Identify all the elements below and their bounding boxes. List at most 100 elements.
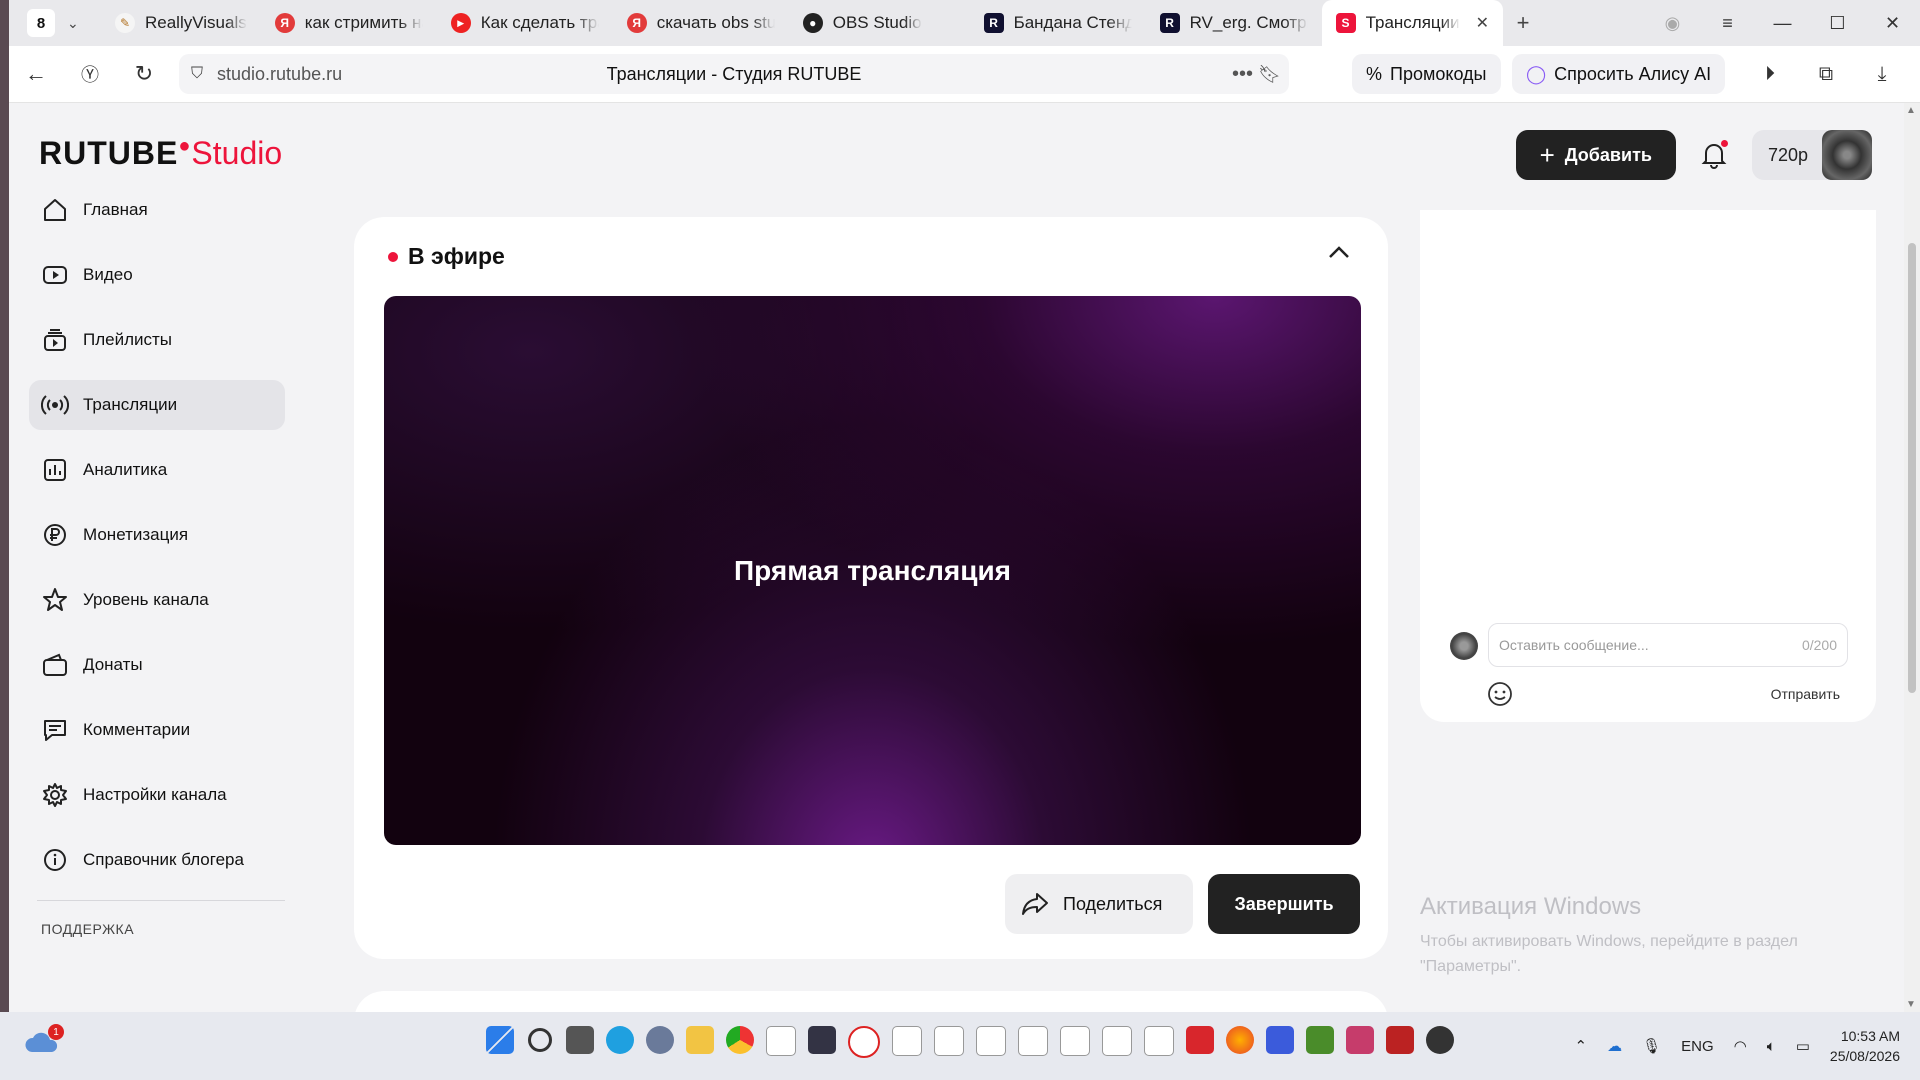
tab-broadcasts[interactable]: S Трансляции ✕	[1321, 0, 1504, 46]
file-explorer-icon[interactable]	[686, 1026, 714, 1054]
broadcast-icon	[41, 391, 69, 419]
back-button[interactable]: ←	[9, 61, 63, 87]
search-icon[interactable]	[528, 1028, 552, 1052]
share-icon	[1022, 893, 1048, 915]
sidebar-item-channel-level[interactable]: Уровень канала	[29, 575, 285, 625]
promo-button[interactable]: % Промокоды	[1352, 54, 1501, 94]
scroll-down-arrow[interactable]: ▼	[1906, 999, 1916, 1010]
chrome-icon[interactable]	[726, 1026, 754, 1054]
yandex-home-button[interactable]: Ⓨ	[63, 61, 117, 87]
tab-yandex-obs[interactable]: Я скачать obs stuc	[613, 0, 789, 46]
more-icon[interactable]: •••	[1232, 63, 1253, 86]
language-indicator[interactable]: ENG	[1681, 1038, 1714, 1055]
file-icon[interactable]	[1102, 1026, 1132, 1056]
alice-label: Спросить Алису AI	[1554, 63, 1712, 84]
live-dot	[388, 251, 398, 262]
chevron-down-icon[interactable]: ⌄	[67, 15, 87, 32]
comment-icon	[41, 716, 69, 744]
sidebar-item-analytics[interactable]: Аналитика	[29, 445, 285, 495]
yandex-browser-icon[interactable]	[848, 1026, 880, 1058]
sidebar-item-playlists[interactable]: Плейлисты	[29, 315, 285, 365]
alice-button[interactable]: ◯ Спросить Алису AI	[1512, 54, 1726, 94]
sidebar-item-monetization[interactable]: Монетизация	[29, 510, 285, 560]
windows-start-icon[interactable]	[486, 1026, 514, 1054]
sidebar-item-channel-settings[interactable]: Настройки канала	[29, 770, 285, 820]
wifi-icon[interactable]: ◠	[1734, 1037, 1747, 1055]
notifications-button[interactable]	[1684, 130, 1744, 180]
bookmark-icon[interactable]: 🔖︎	[1258, 64, 1281, 85]
chat-message-input[interactable]: Оставить сообщение... 0/200	[1488, 623, 1848, 667]
finish-button[interactable]: Завершить	[1208, 874, 1360, 934]
collapse-button[interactable]	[1328, 245, 1350, 264]
sidebar-item-comments[interactable]: Комментарии	[29, 705, 285, 755]
minimize-button[interactable]: —	[1755, 13, 1810, 34]
sidebar-item-blogger-guide[interactable]: Справочник блогера	[29, 835, 285, 885]
file-icon[interactable]	[892, 1026, 922, 1056]
firefox-icon[interactable]	[1226, 1026, 1254, 1054]
tab-reallyvisuals[interactable]: ✎ ReallyVisuals	[101, 0, 261, 46]
microphone-icon[interactable]: 🎙︎	[1642, 1037, 1661, 1055]
store-icon[interactable]	[808, 1026, 836, 1054]
scroll-thumb[interactable]	[1908, 243, 1916, 693]
tab-youtube[interactable]: ▶ Как сделать тра	[437, 0, 613, 46]
app-icon[interactable]	[1386, 1026, 1414, 1054]
app-icon[interactable]	[1266, 1026, 1294, 1054]
tab-label: Трансляции	[1365, 13, 1460, 32]
video-play-icon[interactable]: ⏵	[1742, 63, 1798, 86]
channel-menu[interactable]: 720p	[1751, 130, 1872, 180]
support-heading: ПОДДЕРЖКА	[41, 921, 135, 937]
edge-icon[interactable]	[606, 1026, 634, 1054]
youtube-favicon: ▶	[450, 13, 471, 33]
sidebar-item-home[interactable]: Главная	[29, 185, 285, 235]
file-icon[interactable]	[1060, 1026, 1090, 1056]
reload-button[interactable]: ↻	[117, 61, 171, 87]
url-field[interactable]: ⛉ studio.rutube.ru Трансляции - Студия R…	[179, 54, 1289, 94]
maximize-button[interactable]: ☐	[1810, 13, 1865, 34]
file-icon[interactable]	[766, 1026, 796, 1056]
sidebar-item-donations[interactable]: Донаты	[29, 640, 285, 690]
video-player[interactable]: Прямая трансляция	[384, 296, 1361, 845]
task-view-icon[interactable]	[566, 1026, 594, 1054]
copilot-icon[interactable]	[646, 1026, 674, 1054]
sidebar-item-video[interactable]: Видео	[29, 250, 285, 300]
wps-icon[interactable]	[1186, 1026, 1214, 1054]
menu-icon[interactable]: ≡	[1700, 13, 1755, 34]
share-button[interactable]: Поделиться	[1005, 874, 1193, 934]
new-tab-button[interactable]: +	[1509, 10, 1537, 36]
file-icon[interactable]	[976, 1026, 1006, 1056]
download-icon[interactable]: ⤓	[1854, 63, 1910, 86]
profile-icon[interactable]: ◉	[1645, 13, 1700, 34]
file-icon[interactable]	[1144, 1026, 1174, 1056]
close-window-button[interactable]: ✕	[1865, 13, 1920, 34]
sidebar-item-broadcasts[interactable]: Трансляции	[29, 380, 285, 430]
chevron-up-icon[interactable]: ⌃	[1574, 1037, 1587, 1055]
info-icon	[41, 846, 69, 874]
tab-count-button[interactable]: 8	[27, 9, 55, 37]
clock[interactable]: 10:53 AM 25/08/2026	[1830, 1026, 1900, 1066]
send-button[interactable]: Отправить	[1771, 686, 1840, 702]
extensions-icon[interactable]: ⧉	[1798, 63, 1854, 86]
tab-yandex-stream[interactable]: Я как стримить на	[261, 0, 437, 46]
tab-obs-studio[interactable]: ● OBS Studio	[789, 0, 936, 46]
emoji-button[interactable]	[1486, 680, 1514, 713]
minecraft-icon[interactable]	[1306, 1026, 1334, 1054]
tab-rutube-rverg[interactable]: R RV_erg. Смотри	[1146, 0, 1322, 46]
obs-icon[interactable]	[1426, 1026, 1454, 1054]
site-info-icon[interactable]: ⛉	[191, 65, 203, 83]
add-button[interactable]: + Добавить	[1515, 130, 1676, 180]
file-icon[interactable]	[1018, 1026, 1048, 1056]
emoji-icon	[1488, 682, 1512, 706]
photos-icon[interactable]	[1346, 1026, 1374, 1054]
volume-icon[interactable]: 🔈︎	[1767, 1038, 1776, 1055]
share-label: Поделиться	[1063, 893, 1163, 914]
page-scrollbar[interactable]: ▲ ▼	[1904, 103, 1920, 1012]
browser-window: 8 ⌄ ✎ ReallyVisuals Я как стримить на ▶ …	[9, 0, 1920, 1012]
file-icon[interactable]	[934, 1026, 964, 1056]
weather-widget[interactable]: 1	[24, 1024, 64, 1060]
onedrive-icon[interactable]: ☁	[1607, 1037, 1622, 1055]
scroll-up-arrow[interactable]: ▲	[1906, 105, 1916, 116]
tab-rutube-bandana[interactable]: R Бандана Стендо	[970, 0, 1146, 46]
close-tab-icon[interactable]: ✕	[1476, 13, 1489, 33]
battery-icon[interactable]: ▭	[1796, 1037, 1810, 1055]
rutube-studio-logo[interactable]: RUTUBE●Studio	[39, 135, 282, 172]
